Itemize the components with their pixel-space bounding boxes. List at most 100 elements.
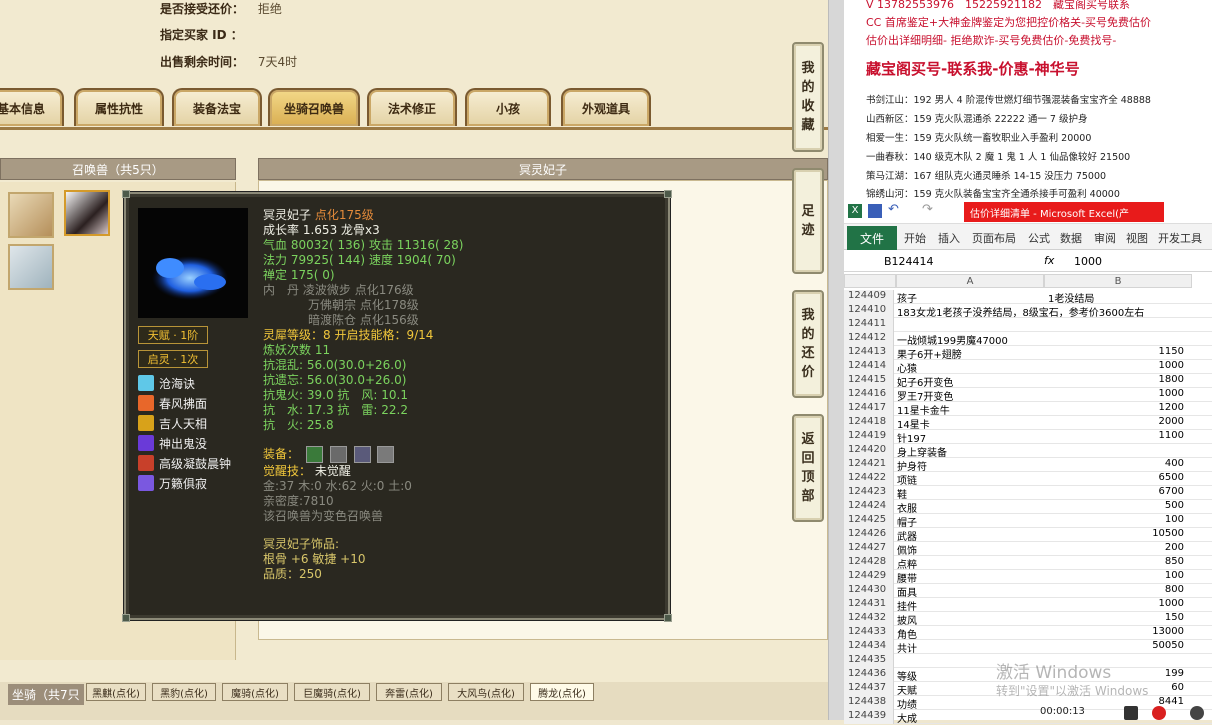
name-box[interactable]: B124414 <box>884 255 934 268</box>
sheet-row[interactable]: 124419 针197 1100 <box>844 430 1212 445</box>
row-number[interactable]: 124435 <box>844 654 894 668</box>
row-number[interactable]: 124413 <box>844 346 894 360</box>
vertical-scrollbar[interactable] <box>828 0 844 720</box>
cell-a[interactable]: 挂件 <box>897 598 917 613</box>
camera-icon[interactable] <box>1190 706 1204 720</box>
fx-icon[interactable]: fx <box>1044 254 1054 267</box>
sheet-row[interactable]: 124415 妃子6开变色 1800 <box>844 374 1212 389</box>
skill-item[interactable]: 神出鬼没 <box>138 434 207 452</box>
cell-a[interactable]: 点粹 <box>897 556 917 571</box>
sheet-row[interactable]: 124430 面具 800 <box>844 584 1212 599</box>
sheet-row[interactable]: 124412 一战倾城199男魔47000 <box>844 332 1212 347</box>
row-number[interactable]: 124414 <box>844 360 894 374</box>
cell-a[interactable]: 孩子 <box>897 290 917 305</box>
nav-footprints[interactable]: 足迹 <box>792 168 824 274</box>
tab-spell-correction[interactable]: 法术修正 <box>367 88 457 126</box>
cell-a[interactable]: 共计 <box>897 640 917 655</box>
cell-b[interactable]: 6700 <box>1044 486 1184 497</box>
sheet-row[interactable]: 124434 共计 50050 <box>844 640 1212 655</box>
cell-a[interactable]: 佩饰 <box>897 542 917 557</box>
cell-a[interactable]: 183女龙1老孩子没养结局，8级宝石，参考价3600左右 <box>897 304 1144 319</box>
sheet-row[interactable]: 124431 挂件 1000 <box>844 598 1212 613</box>
row-number[interactable]: 124426 <box>844 528 894 542</box>
cell-b[interactable]: 1800 <box>1044 374 1184 385</box>
sheet-row[interactable]: 124409 孩子 1老没结局 <box>844 290 1212 305</box>
row-number[interactable]: 124428 <box>844 556 894 570</box>
ribbon-tab-insert[interactable]: 插入 <box>938 230 960 246</box>
cell-a[interactable]: 护身符 <box>897 458 927 473</box>
sheet-row[interactable]: 124416 罗王7开变色 1000 <box>844 388 1212 403</box>
cell-a[interactable]: 14星卡 <box>897 416 930 431</box>
sheet-row[interactable]: 124422 项链 6500 <box>844 472 1212 487</box>
sheet-row[interactable]: 124426 武器 10500 <box>844 528 1212 543</box>
cell-a[interactable]: 天赋 <box>897 682 917 697</box>
cell-a[interactable]: 11星卡金牛 <box>897 402 950 417</box>
row-number[interactable]: 124433 <box>844 626 894 640</box>
row-number[interactable]: 124419 <box>844 430 894 444</box>
cell-a[interactable]: 罗王7开变色 <box>897 388 953 403</box>
ribbon-tab-data[interactable]: 数据 <box>1060 230 1082 246</box>
row-number[interactable]: 124412 <box>844 332 894 346</box>
mount-tab[interactable]: 腾龙(点化) <box>530 683 594 701</box>
ribbon-tab-view[interactable]: 视图 <box>1126 230 1148 246</box>
skill-item[interactable]: 万籁俱寂 <box>138 474 207 492</box>
cell-b[interactable]: 400 <box>1044 458 1184 469</box>
skill-item[interactable]: 吉人天相 <box>138 414 207 432</box>
pet-thumb-1[interactable] <box>8 192 54 238</box>
cell-b[interactable]: 150 <box>1044 612 1184 623</box>
sheet-row[interactable]: 124410 183女龙1老孩子没养结局，8级宝石，参考价3600左右 <box>844 304 1212 319</box>
ribbon-tab-formulas[interactable]: 公式 <box>1028 230 1050 246</box>
ribbon-tab-developer[interactable]: 开发工具 <box>1158 230 1202 246</box>
row-number[interactable]: 124425 <box>844 514 894 528</box>
ribbon-tab-home[interactable]: 开始 <box>904 230 926 246</box>
row-number[interactable]: 124415 <box>844 374 894 388</box>
cell-b[interactable]: 50050 <box>1044 640 1184 651</box>
tab-basic-info[interactable]: 基本信息 <box>0 88 64 126</box>
row-number[interactable]: 124409 <box>844 290 894 304</box>
row-number[interactable]: 124420 <box>844 444 894 458</box>
tab-mounts-summons[interactable]: 坐骑召唤兽 <box>268 88 360 126</box>
cell-a[interactable]: 披风 <box>897 612 917 627</box>
sheet-row[interactable]: 124413 果子6开+翅膀 1150 <box>844 346 1212 361</box>
sheet-row[interactable]: 124427 佩饰 200 <box>844 542 1212 557</box>
sheet-row[interactable]: 124423 鞋 6700 <box>844 486 1212 501</box>
cell-b[interactable]: 1000 <box>1044 360 1184 371</box>
sheet-row[interactable]: 124424 衣服 500 <box>844 500 1212 515</box>
row-number[interactable]: 124411 <box>844 318 894 332</box>
row-number[interactable]: 124424 <box>844 500 894 514</box>
formula-input[interactable]: 1000 <box>1074 255 1102 268</box>
tab-equipment[interactable]: 装备法宝 <box>172 88 262 126</box>
cell-a[interactable]: 功绩 <box>897 696 917 711</box>
equip-slot-icon[interactable] <box>329 446 347 463</box>
sheet-row[interactable]: 124411 <box>844 318 1212 332</box>
sheet-row[interactable]: 124418 14星卡 2000 <box>844 416 1212 431</box>
cell-a[interactable]: 帽子 <box>897 514 917 529</box>
cell-b[interactable]: 6500 <box>1044 472 1184 483</box>
cell-b[interactable]: 10500 <box>1044 528 1184 539</box>
mount-tab[interactable]: 黑麒(点化) <box>86 683 146 701</box>
cell-b[interactable]: 100 <box>1044 514 1184 525</box>
skill-item[interactable]: 春风拂面 <box>138 394 207 412</box>
cell-a[interactable]: 一战倾城199男魔47000 <box>897 332 1008 347</box>
mount-tab[interactable]: 大风鸟(点化) <box>448 683 524 701</box>
mount-tab[interactable]: 巨魔骑(点化) <box>294 683 370 701</box>
ribbon-tab-review[interactable]: 审阅 <box>1094 230 1116 246</box>
cell-b[interactable]: 1000 <box>1044 388 1184 399</box>
sheet-row[interactable]: 124429 腰带 100 <box>844 570 1212 585</box>
mount-tab[interactable]: 魔骑(点化) <box>222 683 288 701</box>
tab-appearance[interactable]: 外观道具 <box>561 88 651 126</box>
skill-item[interactable]: 高级凝鼓晨钟 <box>138 454 231 472</box>
ribbon-tab-file[interactable]: 文件 <box>847 226 897 250</box>
row-number[interactable]: 124417 <box>844 402 894 416</box>
sheet-row[interactable]: 124414 心猿 1000 <box>844 360 1212 375</box>
cell-b[interactable]: 100 <box>1044 570 1184 581</box>
row-number[interactable]: 124416 <box>844 388 894 402</box>
cell-a[interactable]: 妃子6开变色 <box>897 374 953 389</box>
cell-a[interactable]: 等级 <box>897 668 917 683</box>
row-number[interactable]: 124430 <box>844 584 894 598</box>
ribbon-tab-page-layout[interactable]: 页面布局 <box>972 230 1016 246</box>
cell-a[interactable]: 面具 <box>897 584 917 599</box>
cell-b[interactable]: 800 <box>1044 584 1184 595</box>
sheet-row[interactable]: 124420 身上穿装备 <box>844 444 1212 459</box>
cell-a[interactable]: 果子6开+翅膀 <box>897 346 962 361</box>
